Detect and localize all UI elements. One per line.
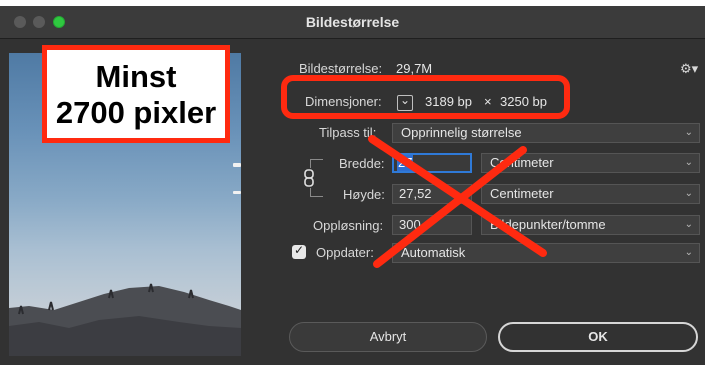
annotation-highlight-ring (281, 75, 570, 119)
fit-to-label: Tilpass til: (319, 125, 377, 140)
width-unit-dropdown[interactable]: Centimeter ⌄ (481, 153, 700, 173)
height-input[interactable]: 27,52 (392, 184, 472, 204)
resample-checkbox[interactable]: ✓ (292, 243, 306, 259)
resolution-label: Oppløsning: (313, 218, 384, 233)
checkmark-icon: ✓ (294, 243, 305, 257)
annotation-line-1: Minst (95, 59, 177, 94)
chevron-down-icon: ⌄ (684, 219, 693, 230)
ok-button[interactable]: OK (498, 322, 698, 352)
cancel-button[interactable]: Avbryt (289, 322, 487, 352)
resample-value: Automatisk (401, 245, 466, 260)
resample-label: Oppdater: (316, 245, 374, 260)
width-input[interactable]: 27 (392, 153, 472, 173)
resolution-input[interactable]: 300 (392, 215, 472, 235)
settings-gear-icon[interactable]: ⚙▾ (680, 61, 698, 77)
chevron-down-icon: ⌄ (684, 157, 693, 168)
chevron-down-icon: ⌄ (684, 247, 693, 258)
resample-dropdown[interactable]: Automatisk ⌄ (392, 243, 700, 263)
height-value: 27,52 (399, 186, 432, 201)
title-bar: Bildestørrelse (0, 6, 705, 39)
preview-edge-detail (233, 163, 241, 167)
chevron-down-icon: ⌄ (684, 127, 693, 138)
chain-link-icon[interactable] (303, 169, 317, 187)
annotation-text-box: Minst 2700 pixler (42, 45, 230, 143)
resolution-value: 300 (399, 217, 421, 232)
fit-to-value: Opprinnelig størrelse (401, 125, 522, 140)
fit-to-dropdown[interactable]: Opprinnelig størrelse ⌄ (392, 123, 700, 143)
preview-edge-detail (233, 191, 241, 194)
window-title: Bildestørrelse (305, 14, 400, 30)
preview-hills (9, 283, 241, 356)
annotation-line-2: 2700 pixler (55, 95, 217, 130)
height-unit-dropdown[interactable]: Centimeter ⌄ (481, 184, 700, 204)
resolution-unit-dropdown[interactable]: Bildepunkter/tomme ⌄ (481, 215, 700, 235)
width-value: 27 (397, 155, 414, 171)
width-label: Bredde: (339, 156, 385, 171)
width-unit-value: Centimeter (490, 155, 554, 170)
chevron-down-icon: ⌄ (684, 188, 693, 199)
constrain-bracket-top (310, 159, 323, 168)
constrain-bracket-bottom (310, 188, 323, 197)
height-label: Høyde: (343, 187, 385, 202)
resolution-unit-value: Bildepunkter/tomme (490, 217, 606, 232)
height-unit-value: Centimeter (490, 186, 554, 201)
